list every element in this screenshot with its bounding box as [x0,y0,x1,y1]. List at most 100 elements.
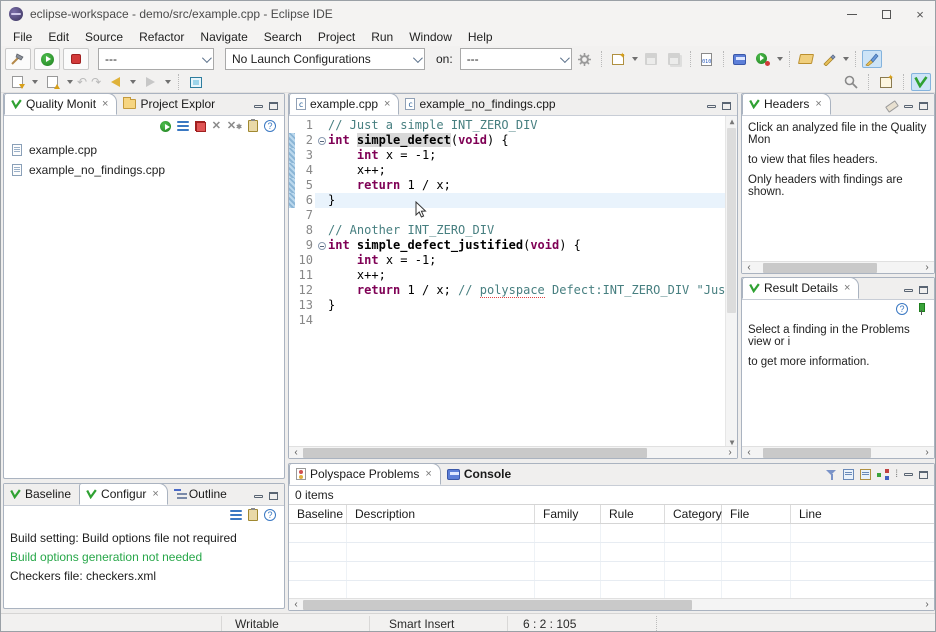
menu-search[interactable]: Search [256,28,310,46]
chevron-down-icon[interactable] [67,80,73,84]
tab-headers[interactable]: Headers × [742,93,831,115]
code-line[interactable]: 10 int x = -1; [289,253,737,268]
file-item[interactable]: example.cpp [4,140,284,160]
column-header-line[interactable]: Line [791,505,934,523]
scroll-right-icon[interactable]: › [920,262,934,274]
code-line[interactable]: 1// Just a simple INT_ZERO_DIV [289,118,737,133]
close-icon[interactable]: × [384,98,390,110]
maximize-panel-icon[interactable] [919,471,928,479]
close-icon[interactable]: × [844,282,850,294]
menu-project[interactable]: Project [310,28,363,46]
tab-result-details[interactable]: Result Details × [742,277,859,299]
column-header-file[interactable]: File [722,505,791,523]
file-item[interactable]: example_no_findings.cpp [4,160,284,180]
chevron-down-icon[interactable] [130,80,136,84]
maximize-panel-icon[interactable] [919,286,928,294]
tab-baseline[interactable]: Baseline [4,483,79,505]
tab-quality-monitor[interactable]: Quality Monit × [4,93,117,115]
help-icon[interactable]: ? [264,120,276,132]
scroll-right-icon[interactable]: › [920,599,934,611]
code-line[interactable]: 13} [289,298,737,313]
code-editor[interactable]: 1// Just a simple INT_ZERO_DIV2int simpl… [289,116,737,448]
save-button[interactable] [641,50,661,68]
view-menu-icon[interactable]: ⁞ [895,470,898,480]
minimize-panel-icon[interactable] [254,105,263,108]
maximize-panel-icon[interactable] [919,102,928,110]
open-perspective-button[interactable]: ✦ [876,73,896,91]
filter-icon[interactable] [826,469,837,480]
minimize-panel-icon[interactable] [904,289,913,292]
menu-source[interactable]: Source [77,28,131,46]
edit-config-icon[interactable] [248,509,258,521]
editor-horizontal-scrollbar[interactable]: ‹ › [289,446,737,458]
maximize-button[interactable] [869,1,903,27]
tab-console[interactable]: Console [441,463,519,485]
close-icon[interactable]: × [152,488,158,500]
new-wizard-button[interactable]: ✦ [608,50,628,68]
open-element-button[interactable] [796,50,816,68]
menu-file[interactable]: File [5,28,40,46]
search-button[interactable] [841,73,861,91]
code-line[interactable]: 2int simple_defect(void) { [289,133,737,148]
fold-collapse-icon[interactable] [318,137,326,145]
problems-body[interactable] [289,524,934,600]
maximize-panel-icon[interactable] [269,492,278,500]
chevron-down-icon[interactable] [165,80,171,84]
menu-run[interactable]: Run [363,28,401,46]
menu-help[interactable]: Help [460,28,501,46]
problems-scrollbar[interactable]: ‹ › [289,598,934,610]
code-line[interactable]: 3 int x = -1; [289,148,737,163]
code-line[interactable]: 4 x++; [289,163,737,178]
help-icon[interactable]: ? [896,303,908,315]
forward-button[interactable] [140,73,160,91]
tab-example-cpp[interactable]: c example.cpp × [289,93,399,115]
scroll-left-icon[interactable]: ‹ [742,262,756,274]
editor-vertical-scrollbar[interactable]: ▲ ▼ [725,116,737,448]
chevron-down-icon[interactable] [32,80,38,84]
minimize-panel-icon[interactable] [904,105,913,108]
tab-polyspace-problems[interactable]: Polyspace Problems × [289,463,441,485]
back-history-icon[interactable]: ↶ [77,76,87,88]
chevron-down-icon[interactable] [777,57,783,61]
fold-column[interactable] [315,238,328,253]
run-config-button[interactable] [753,50,773,68]
close-icon[interactable]: × [102,98,108,110]
tab-configuration[interactable]: Configur × [79,483,168,505]
headers-scrollbar[interactable]: ‹ › [742,261,934,273]
tab-outline[interactable]: Outline [168,483,235,505]
minimize-panel-icon[interactable] [904,473,913,476]
build-config-combo[interactable]: --- [98,48,214,70]
column-header-baseline[interactable]: Baseline [289,505,347,523]
column-header-description[interactable]: Description [347,505,535,523]
fold-column[interactable] [315,133,328,148]
paintbrush-button[interactable] [862,50,882,68]
stop-button[interactable] [63,48,89,70]
fold-collapse-icon[interactable] [318,242,326,250]
build-log-button[interactable]: 010 [697,50,717,68]
scroll-left-icon[interactable]: ‹ [742,447,756,459]
minimize-panel-icon[interactable] [254,495,263,498]
minimize-panel-icon[interactable] [707,105,716,108]
scroll-up-icon[interactable]: ▲ [726,117,737,126]
open-console-button[interactable] [730,50,750,68]
show-list-icon[interactable] [177,121,189,131]
copy-icon[interactable] [843,469,854,480]
eraser-icon[interactable] [885,100,899,113]
scroll-left-icon[interactable]: ‹ [289,447,303,459]
menu-edit[interactable]: Edit [40,28,77,46]
code-line[interactable]: 11 x++; [289,268,737,283]
forward-history-icon[interactable]: ↷ [91,76,101,88]
next-edit-location-button[interactable] [42,73,62,91]
pin-icon[interactable] [914,303,926,315]
group-by-icon[interactable] [877,469,889,480]
close-button[interactable]: × [903,1,936,27]
target-combo[interactable]: --- [460,48,572,70]
minimize-button[interactable] [835,1,869,27]
column-header-rule[interactable]: Rule [601,505,665,523]
polyspace-perspective-button[interactable] [911,73,931,91]
settings-clipboard-icon[interactable] [248,120,258,132]
menu-navigate[interactable]: Navigate [192,28,255,46]
last-edit-location-button[interactable] [7,73,27,91]
menu-refactor[interactable]: Refactor [131,28,192,46]
chevron-down-icon[interactable] [843,57,849,61]
